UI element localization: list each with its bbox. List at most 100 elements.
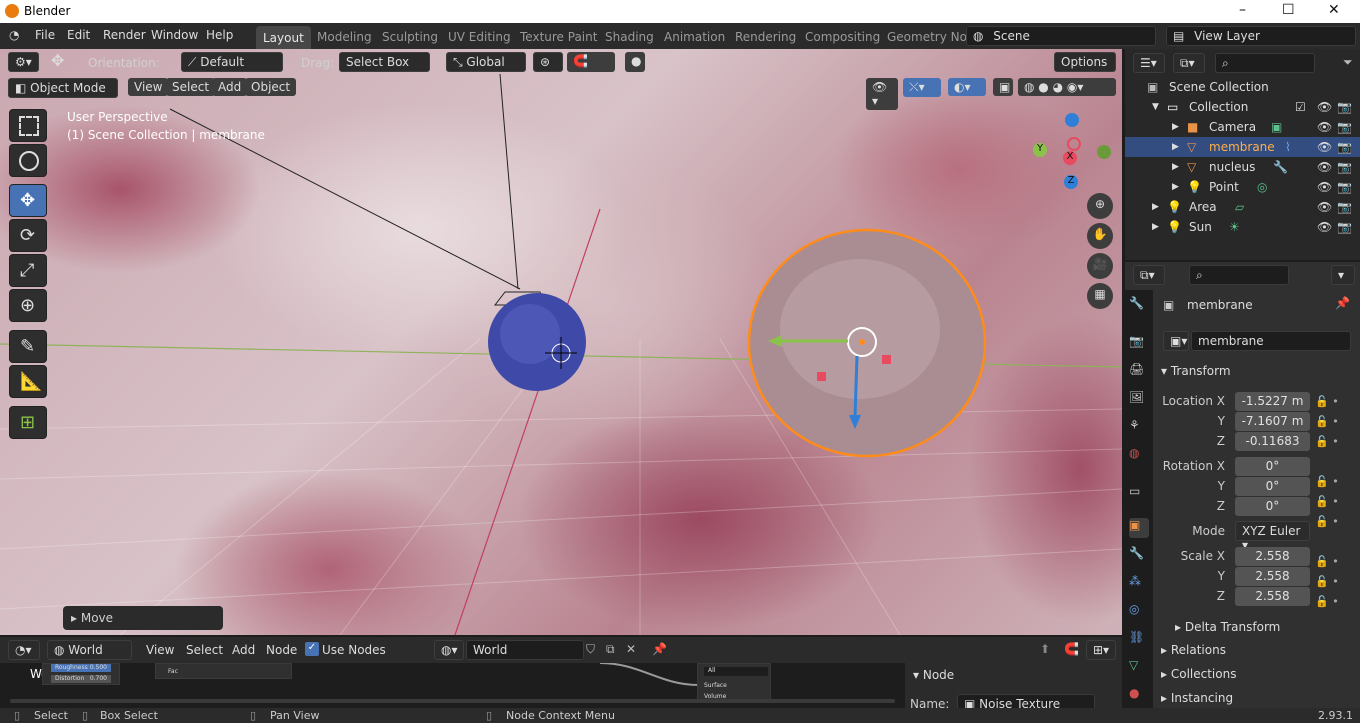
tab-modeling[interactable]: Modeling bbox=[310, 23, 379, 49]
eye-icon[interactable]: 👁 bbox=[1317, 100, 1332, 114]
outliner-row[interactable]: ▼ ▭ Collection ☑ 👁 📷 bbox=[1125, 97, 1360, 117]
rotate-tool[interactable]: ⟳ bbox=[9, 219, 47, 252]
filter-icon[interactable]: ⏷ bbox=[1343, 55, 1353, 70]
node-editor-scrollbar[interactable] bbox=[10, 699, 895, 703]
gizmo-x-axis[interactable]: X bbox=[1063, 151, 1077, 165]
view-layer-tab-icon[interactable]: 🖼 bbox=[1129, 390, 1149, 410]
node-menu-node[interactable]: Node bbox=[266, 643, 297, 657]
world-name-field[interactable]: World bbox=[466, 640, 584, 660]
outliner-row[interactable]: ▶ 💡 Point ◎ 👁 📷 bbox=[1125, 177, 1360, 197]
camera-view-icon[interactable]: 🎥 bbox=[1087, 253, 1113, 279]
node-panel-header[interactable]: ▾ Node bbox=[913, 668, 954, 682]
collapse-icon[interactable]: ▼ bbox=[1152, 102, 1159, 112]
node-menu-add[interactable]: Add bbox=[232, 643, 255, 657]
lock-and-keyframe-column[interactable]: 🔓 • 🔓 • 🔓 • 🔓 • 🔓 • 🔓 • 🔓 • 🔓 • 🔓 • bbox=[1315, 392, 1355, 608]
annotate-tool[interactable]: ✎ bbox=[9, 330, 47, 363]
node-editor-type[interactable]: ◔▾ bbox=[8, 640, 40, 660]
render-camera-icon[interactable]: 📷 bbox=[1337, 100, 1352, 114]
maximize-button[interactable]: ☐ bbox=[1282, 2, 1295, 18]
ortho-grid-icon[interactable]: ▦ bbox=[1087, 283, 1113, 309]
gizmo-toggle-icon[interactable]: ⤬▾ bbox=[903, 78, 941, 97]
eye-icon[interactable]: 👁 bbox=[1317, 140, 1332, 154]
expand-icon[interactable]: ▶ bbox=[1152, 202, 1159, 212]
pin-icon[interactable]: 📌 bbox=[652, 642, 667, 656]
location-x-field[interactable]: -1.5227 m bbox=[1235, 392, 1310, 411]
move-gizmo-z-arrow[interactable] bbox=[853, 355, 859, 418]
relations-panel[interactable]: ▸ Relations bbox=[1161, 643, 1226, 657]
gizmo-z-neg[interactable] bbox=[1065, 113, 1079, 127]
properties-search[interactable]: ⌕ bbox=[1189, 265, 1289, 285]
move-tool[interactable]: ✥ bbox=[9, 184, 47, 217]
delta-transform-panel[interactable]: ▸ Delta Transform bbox=[1175, 620, 1280, 634]
tab-animation[interactable]: Animation bbox=[657, 23, 732, 49]
menu-view[interactable]: View bbox=[128, 78, 169, 96]
add-cube-tool[interactable]: ⊞ bbox=[9, 406, 47, 439]
fake-user-shield-icon[interactable]: ⛉ bbox=[586, 642, 595, 657]
tool-tab-icon[interactable]: 🔧 bbox=[1129, 296, 1149, 316]
menu-render[interactable]: Render bbox=[103, 28, 146, 42]
outliner-row[interactable]: ▶ 💡 Sun ☀ 👁 📷 bbox=[1125, 217, 1360, 237]
scale-tool[interactable]: ⤢ bbox=[9, 254, 47, 287]
world-output-node[interactable]: All Surface Volume bbox=[697, 663, 771, 701]
properties-options[interactable]: ▾ bbox=[1331, 265, 1355, 285]
rotation-x-field[interactable]: 0° bbox=[1235, 457, 1310, 476]
distortion-slider[interactable]: Distortion 0.700 bbox=[51, 675, 111, 683]
tab-compositing[interactable]: Compositing bbox=[798, 23, 887, 49]
transform-panel-header[interactable]: ▾ Transform bbox=[1161, 364, 1231, 378]
outliner-row[interactable]: ▶ ▽ nucleus 🔧 👁 📷 bbox=[1125, 157, 1360, 177]
snap-icon[interactable]: 🧲 bbox=[1064, 642, 1079, 656]
orientation-dropdown[interactable]: ⟋ Default bbox=[181, 52, 283, 72]
pivot-point-dropdown[interactable]: ⊛ bbox=[533, 52, 563, 72]
render-camera-icon[interactable]: 📷 bbox=[1337, 200, 1352, 214]
select-box-tool[interactable] bbox=[9, 109, 47, 142]
scene-tab-icon[interactable]: ⚘ bbox=[1129, 418, 1149, 438]
close-button[interactable]: ✕ bbox=[1328, 2, 1340, 18]
render-camera-icon[interactable]: 📷 bbox=[1337, 220, 1352, 234]
tab-texture-paint[interactable]: Texture Paint bbox=[513, 23, 604, 49]
object-type-dropdown[interactable]: ▣▾ bbox=[1163, 331, 1189, 351]
parent-node-tree-icon[interactable]: ⬆ bbox=[1040, 642, 1050, 656]
snap-mode-dropdown[interactable]: ⊞▾ bbox=[1086, 640, 1116, 660]
expand-icon[interactable]: ▶ bbox=[1172, 142, 1179, 152]
visibility-icon[interactable]: 👁▾ bbox=[866, 78, 898, 110]
menu-object[interactable]: Object bbox=[245, 78, 297, 96]
rotation-mode-dropdown[interactable]: XYZ Euler ▾ bbox=[1235, 521, 1310, 552]
measure-tool[interactable]: 📐 bbox=[9, 365, 47, 398]
rotation-z-field[interactable]: 0° bbox=[1235, 497, 1310, 516]
rotation-y-field[interactable]: 0° bbox=[1235, 477, 1310, 496]
move-gizmo-plane-handle[interactable] bbox=[882, 355, 891, 364]
move-gizmo-plane-handle[interactable] bbox=[817, 372, 826, 381]
unlink-x-icon[interactable]: ✕ bbox=[626, 642, 636, 656]
render-camera-icon[interactable]: 📷 bbox=[1337, 160, 1352, 174]
cursor-tool[interactable] bbox=[9, 144, 47, 177]
collection-tab-icon[interactable]: ▭ bbox=[1129, 484, 1149, 504]
eye-icon[interactable]: 👁 bbox=[1317, 200, 1332, 214]
eye-icon[interactable]: 👁 bbox=[1317, 220, 1332, 234]
eye-icon[interactable]: 👁 bbox=[1317, 180, 1332, 194]
view-layer-selector[interactable]: ▤ View Layer bbox=[1166, 26, 1356, 46]
display-mode-icon[interactable]: ⧉▾ bbox=[1173, 53, 1205, 73]
snap-toggle[interactable]: 🧲 bbox=[567, 52, 615, 72]
proportional-edit-icon[interactable]: ● bbox=[625, 52, 645, 72]
object-name-field[interactable]: membrane bbox=[1191, 331, 1351, 351]
outliner-row[interactable]: ▶ ■ Camera ▣ 👁 📷 bbox=[1125, 117, 1360, 137]
tool-settings-icon[interactable]: ⚙▾ bbox=[8, 52, 39, 72]
duplicate-icon[interactable]: ⧉ bbox=[606, 642, 615, 657]
data-tab-icon[interactable]: ▽ bbox=[1129, 658, 1149, 678]
scale-y-field[interactable]: 2.558 bbox=[1235, 567, 1310, 586]
node-menu-select[interactable]: Select bbox=[186, 643, 223, 657]
render-tab-icon[interactable]: 📷 bbox=[1129, 334, 1149, 354]
tab-geometry-nodes[interactable]: Geometry No bbox=[880, 23, 974, 49]
expand-icon[interactable]: ▶ bbox=[1172, 182, 1179, 192]
last-operator-panel[interactable]: ▸ Move bbox=[63, 606, 223, 630]
render-camera-icon[interactable]: 📷 bbox=[1337, 120, 1352, 134]
menu-select[interactable]: Select bbox=[166, 78, 216, 96]
options-dropdown[interactable]: Options bbox=[1054, 52, 1116, 72]
xray-toggle-icon[interactable]: ▣ bbox=[993, 78, 1013, 96]
move-tool-icon[interactable]: ✥ bbox=[51, 51, 64, 70]
transform-tool[interactable]: ⊕ bbox=[9, 289, 47, 322]
color-ramp-node[interactable]: Fac bbox=[155, 663, 292, 679]
transform-orientation-dropdown[interactable]: ⤡ Global bbox=[446, 52, 526, 72]
menu-add[interactable]: Add bbox=[212, 78, 248, 96]
minimize-button[interactable]: – bbox=[1239, 2, 1246, 18]
